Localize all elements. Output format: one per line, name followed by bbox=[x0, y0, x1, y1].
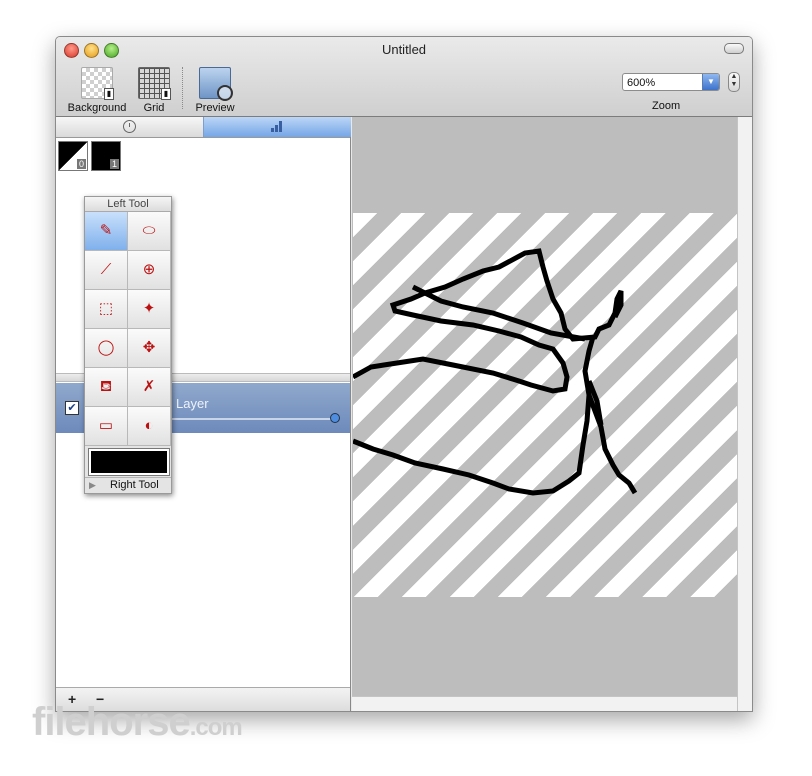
drawing-canvas[interactable] bbox=[351, 213, 737, 597]
zoom-value: 600% bbox=[627, 77, 656, 89]
preview-icon bbox=[199, 67, 233, 101]
grid-button[interactable]: ▮ Grid bbox=[136, 67, 172, 114]
no-draw-tool[interactable]: ✗ bbox=[128, 368, 171, 407]
layer-opacity-slider[interactable] bbox=[172, 418, 334, 420]
zoom-tool[interactable]: ⊕ bbox=[128, 251, 171, 290]
grid-label: Grid bbox=[143, 102, 165, 114]
preview-button[interactable]: Preview bbox=[192, 67, 238, 114]
zoom-stepper[interactable]: ▲ ▼ bbox=[728, 72, 740, 92]
move-icon: ✥ bbox=[142, 339, 156, 356]
clock-icon bbox=[123, 120, 136, 133]
move-tool[interactable]: ✥ bbox=[128, 329, 171, 368]
zoom-select[interactable]: 600% ▼ bbox=[622, 73, 720, 91]
eraser-icon: ⬭ bbox=[142, 222, 156, 239]
swatch-index: 0 bbox=[76, 159, 86, 169]
rectangle-pencil-icon: ▭ bbox=[98, 417, 114, 434]
disclosure-triangle-icon: ▶ bbox=[89, 480, 96, 490]
preview-label: Preview bbox=[195, 102, 235, 114]
paint-bucket-tool[interactable]: ⛾ bbox=[85, 368, 128, 407]
slider-knob[interactable] bbox=[330, 413, 340, 423]
swatch-0[interactable]: 0 bbox=[58, 141, 88, 171]
tab-history[interactable] bbox=[56, 117, 203, 137]
canvas-area bbox=[351, 117, 737, 711]
eyedropper-tool[interactable]: ⟋ bbox=[85, 251, 128, 290]
crossed-pencil-icon: ✗ bbox=[142, 378, 156, 395]
drawing-strokes bbox=[351, 248, 638, 496]
color-well[interactable] bbox=[88, 448, 170, 476]
lasso-tool[interactable]: ◯ bbox=[85, 329, 128, 368]
pencil-tool[interactable]: ✎ bbox=[85, 212, 128, 251]
paint-bucket-icon: ⛾ bbox=[99, 378, 113, 395]
magic-wand-icon: ✦ bbox=[142, 300, 156, 317]
marquee-icon: ⬚ bbox=[98, 300, 114, 317]
eyedropper-icon: ⟋ bbox=[100, 261, 112, 278]
swatch-index: 1 bbox=[109, 159, 119, 169]
vertical-scrollbar[interactable] bbox=[737, 117, 752, 711]
marquee-tool[interactable]: ⬚ bbox=[85, 290, 128, 329]
palette-title: Left Tool bbox=[85, 197, 171, 212]
rectangle-tool[interactable]: ▭ bbox=[85, 407, 128, 446]
title-bar: Untitled ▮ Background ▮ Grid Preview 600… bbox=[56, 37, 752, 117]
ellipse-pencil-icon: ◐ bbox=[144, 417, 154, 434]
window-title: Untitled bbox=[381, 42, 427, 57]
ellipse-tool[interactable]: ◐ bbox=[128, 407, 171, 446]
bar-chart-icon bbox=[270, 121, 285, 132]
watermark-logo: filehorse.com bbox=[32, 700, 243, 745]
background-label: Background bbox=[67, 102, 127, 114]
swatch-1[interactable]: 1 bbox=[91, 141, 121, 171]
pencil-icon: ✎ bbox=[99, 222, 113, 239]
magic-wand-tool[interactable]: ✦ bbox=[128, 290, 171, 329]
magnifier-icon: ⊕ bbox=[142, 261, 156, 278]
eraser-tool[interactable]: ⬭ bbox=[128, 212, 171, 251]
tab-layers[interactable] bbox=[203, 117, 351, 137]
sidebar-segmented-control bbox=[56, 117, 351, 138]
grid-icon: ▮ bbox=[138, 67, 171, 100]
toolbar-separator bbox=[182, 67, 184, 109]
layer-name: Layer bbox=[176, 396, 209, 411]
watermark-text: filehorse bbox=[32, 700, 191, 744]
checkerboard-icon: ▮ bbox=[81, 67, 114, 100]
layer-visible-checkbox[interactable]: ✔ bbox=[65, 401, 79, 415]
horizontal-scrollbar[interactable] bbox=[352, 696, 737, 711]
right-tool-disclosure[interactable]: ▶ Right Tool bbox=[85, 477, 171, 493]
zoom-label: Zoom bbox=[652, 100, 681, 112]
watermark-suffix: .com bbox=[189, 714, 243, 741]
tool-palette: Left Tool ✎ ⬭ ⟋ ⊕ ⬚ ✦ ◯ ✥ ⛾ ✗ ▭ ◐ ▶ Right Tool bbox=[84, 196, 172, 494]
chevron-down-icon[interactable]: ▼ bbox=[702, 74, 719, 90]
background-button[interactable]: ▮ Background bbox=[64, 67, 130, 114]
right-tool-label: Right Tool bbox=[110, 479, 159, 491]
lasso-icon: ◯ bbox=[97, 339, 115, 356]
toolbar-toggle-button[interactable] bbox=[724, 43, 744, 54]
